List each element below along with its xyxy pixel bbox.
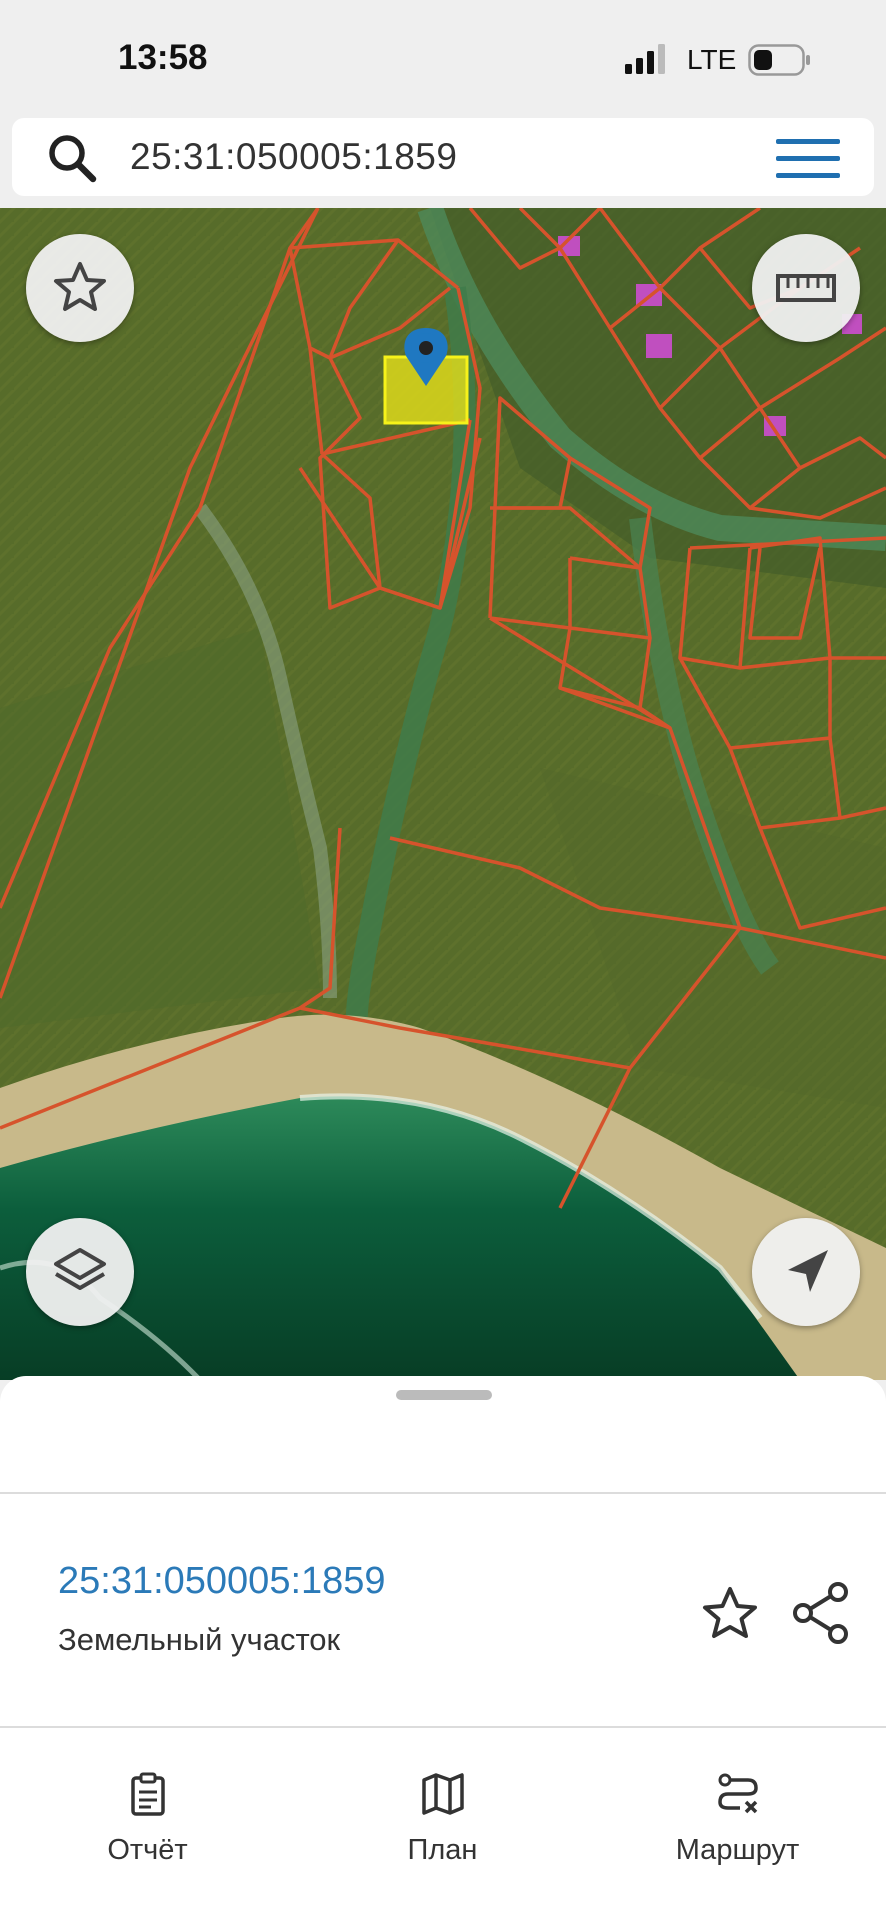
battery-icon — [748, 44, 810, 76]
clipboard-icon[interactable] — [126, 1772, 170, 1816]
share-icon[interactable] — [790, 1580, 852, 1646]
cellular-signal-icon — [625, 44, 665, 74]
status-bar: 13:58 LTE — [0, 0, 886, 118]
network-label: LTE — [687, 44, 737, 75]
bottom-sheet[interactable]: 25:31:050005:1859 Земельный участок Отчё… — [0, 1376, 886, 1920]
route-icon[interactable] — [716, 1772, 760, 1816]
tab-route[interactable]: Маршрут — [590, 1728, 885, 1920]
sheet-handle[interactable] — [396, 1390, 492, 1400]
search-icon[interactable] — [46, 132, 98, 184]
tab-route-label: Маршрут — [675, 1834, 800, 1866]
tab-report-label: Отчёт — [107, 1834, 188, 1866]
locate-button[interactable] — [752, 1218, 860, 1326]
star-icon[interactable] — [50, 258, 110, 318]
bottom-tab-bar: Отчёт План Маршрут — [0, 1728, 886, 1920]
favorite-map-button[interactable] — [26, 234, 134, 342]
status-time: 13:58 — [118, 38, 208, 77]
ruler-icon[interactable] — [776, 258, 836, 318]
search-bar[interactable]: 25:31:050005:1859 — [12, 118, 874, 196]
tab-plan-label: План — [407, 1834, 478, 1866]
tab-report[interactable]: Отчёт — [0, 1728, 295, 1920]
hamburger-menu-icon[interactable] — [776, 138, 840, 180]
satellite-map[interactable] — [0, 208, 886, 1380]
parcel-id-link[interactable]: 25:31:050005:1859 — [58, 1560, 386, 1603]
tab-plan[interactable]: План — [295, 1728, 590, 1920]
star-icon[interactable] — [700, 1584, 760, 1644]
map-icon[interactable] — [421, 1772, 465, 1816]
divider — [0, 1492, 886, 1494]
layers-icon[interactable] — [50, 1242, 110, 1302]
navigation-arrow-icon[interactable] — [776, 1242, 836, 1302]
ruler-button[interactable] — [752, 234, 860, 342]
layers-button[interactable] — [26, 1218, 134, 1326]
map-view[interactable] — [0, 208, 886, 1380]
parcel-type: Земельный участок — [58, 1622, 341, 1657]
search-input[interactable]: 25:31:050005:1859 — [130, 136, 457, 178]
